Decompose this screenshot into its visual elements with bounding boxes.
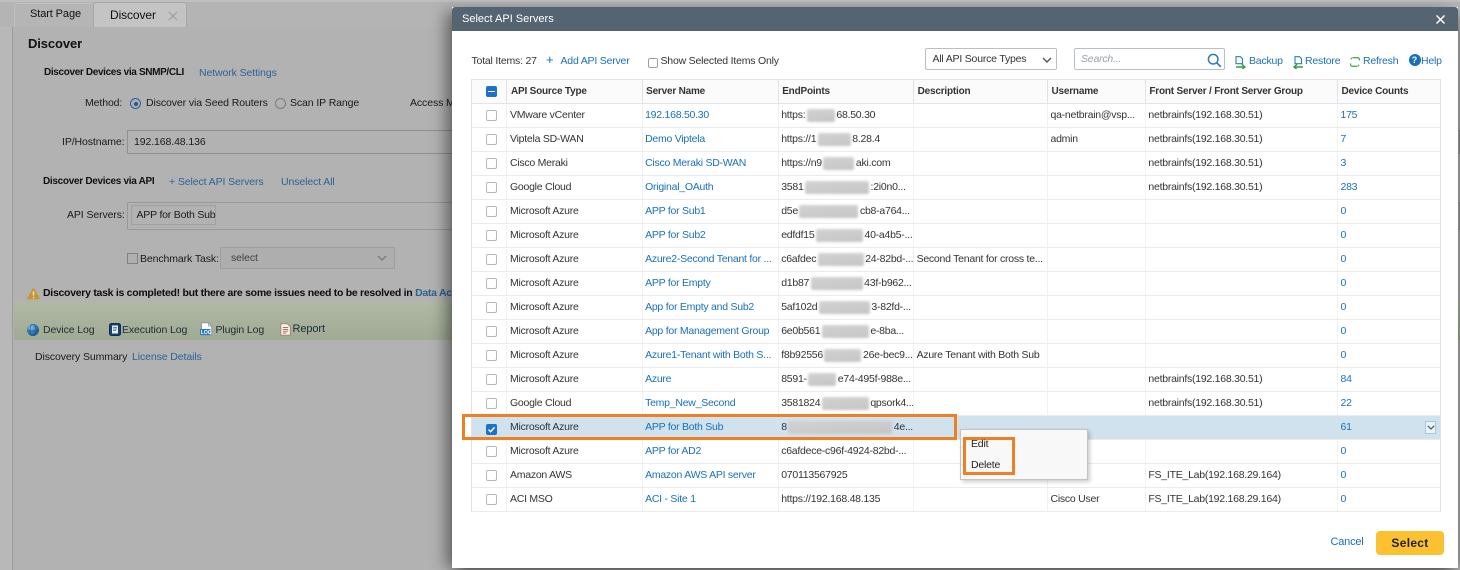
svg-text:LOG: LOG <box>201 330 212 336</box>
